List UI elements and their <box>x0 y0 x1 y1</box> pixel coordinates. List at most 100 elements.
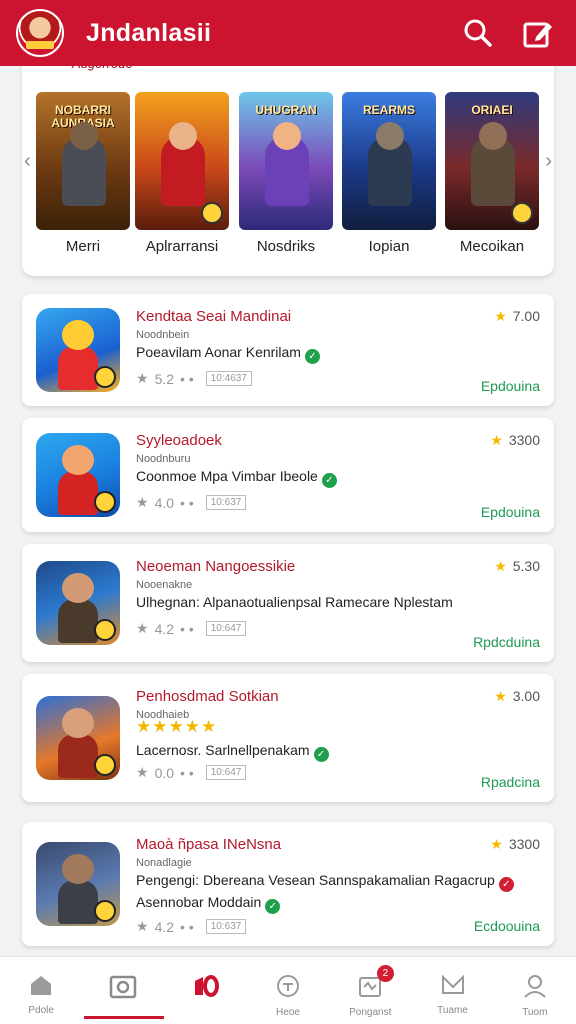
game-card[interactable]: Neoeman Nangoessikie Nooenakne Ulhegnan: A… <box>22 544 554 662</box>
game-action-link[interactable]: Epdouina <box>481 378 540 394</box>
app-title: Jndanlasii <box>86 18 212 47</box>
featured-carousel: Augerrouo ‹ › NOBARRI AUNRASIAMerriAplra… <box>22 56 554 276</box>
game-meta: ★ 4.2 • • 10:637 <box>136 918 247 935</box>
nav-item-compass[interactable]: Heoe <box>247 957 329 1024</box>
badge-icon <box>511 202 533 224</box>
featured-game-label[interactable]: Aplrarransi <box>135 238 229 255</box>
game-card[interactable]: Penhosdmad Sotkian Noodhaieb ★★★★★ Lacernos… <box>22 674 554 802</box>
featured-game-card[interactable] <box>135 92 229 230</box>
game-card[interactable]: Maoà ñpasa INeNsna Nonadlagie Pengengi: Db… <box>22 822 554 946</box>
game-card[interactable]: Syyleoadoek Noodnburu Coonmoe Mpa Vimbar I… <box>22 418 554 532</box>
chevron-right-icon[interactable]: › <box>545 150 552 173</box>
game-card[interactable]: Kendtaa Seai Mandinai Noodnbein Poeavilam … <box>22 294 554 406</box>
character-figure <box>58 471 98 515</box>
game-rating: ★ 3300 <box>490 432 540 449</box>
game-description: Coonmoe Mpa Vimbar Ibeole ✓ <box>136 468 337 488</box>
game-title[interactable]: Syyleoadoek <box>136 432 222 449</box>
badge-icon <box>94 754 116 776</box>
meta-rating: 0.0 <box>154 764 175 781</box>
dot-separator: • • <box>180 918 194 935</box>
star-icon: ★ <box>136 494 149 510</box>
character-figure <box>58 346 98 390</box>
badge-icon <box>201 202 223 224</box>
game-action-link[interactable]: Rpadcina <box>481 774 540 790</box>
game-subline: Asennobar Moddain ✓ <box>136 894 281 914</box>
character-figure <box>58 599 98 643</box>
meta-tag: 10:647 <box>205 621 247 636</box>
character-head <box>70 122 98 150</box>
star-icon: ★ <box>490 432 503 448</box>
game-title[interactable]: Kendtaa Seai Mandinai <box>136 308 291 325</box>
dot-separator: • • <box>180 620 194 637</box>
game-description: Poeavilam Aonar Kenrilam ✓ <box>136 344 320 364</box>
character-head <box>62 320 94 350</box>
game-action-link[interactable]: Ecdoouina <box>474 918 540 934</box>
featured-game-label[interactable]: Iopian <box>342 238 436 255</box>
game-title[interactable]: Neoeman Nangoessikie <box>136 558 295 575</box>
notification-badge: 2 <box>376 965 394 982</box>
nav-item-mail[interactable]: Tuame <box>411 957 493 1024</box>
description-text: Coonmoe Mpa Vimbar Ibeole <box>136 468 318 484</box>
character-head <box>62 573 94 603</box>
game-title[interactable]: Penhosdmad Sotkian <box>136 688 279 705</box>
meta-tag: 10:637 <box>205 919 247 934</box>
nav-item-camera[interactable] <box>82 957 164 1024</box>
game-title[interactable]: Maoà ñpasa INeNsna <box>136 836 281 853</box>
badge-icon <box>94 900 116 922</box>
game-icon-image[interactable] <box>36 842 120 926</box>
edit-icon[interactable] <box>516 11 560 55</box>
game-rating: ★ 3.00 <box>494 688 540 705</box>
character-head <box>62 445 94 475</box>
character-figure <box>58 880 98 924</box>
featured-game-label[interactable]: Nosdriks <box>239 238 333 255</box>
nav-label: Tuom <box>522 1007 548 1018</box>
game-description: Pengengi: Dbereana Vesean Sannspakamalia… <box>136 872 514 892</box>
game-icon-image[interactable] <box>36 561 120 645</box>
meta-rating: 4.2 <box>154 918 175 935</box>
character-head <box>62 854 94 884</box>
verified-icon: ✓ <box>321 473 337 488</box>
nav-label: Heoe <box>276 1007 300 1018</box>
game-icon-image[interactable] <box>36 308 120 392</box>
nav-item-profile[interactable]: Tuom <box>494 957 576 1024</box>
nav-item-bag[interactable]: Ponganst 2 <box>329 957 411 1024</box>
game-action-link[interactable]: Rpdcduina <box>473 634 540 650</box>
featured-game-card[interactable]: REARMS <box>342 92 436 230</box>
featured-game-card[interactable]: ORIAEI <box>445 92 539 230</box>
rating-value: 7.00 <box>512 308 540 324</box>
nav-item-home[interactable]: Pdole <box>0 957 82 1024</box>
rating-value: 3300 <box>508 432 540 448</box>
meta-rating: 4.2 <box>154 620 175 637</box>
meta-rating: 4.0 <box>154 494 175 511</box>
nav-label: Ponganst <box>349 1007 392 1018</box>
game-icon-image[interactable] <box>36 696 120 780</box>
rating-value: 5.30 <box>512 558 540 574</box>
nav-item-featured[interactable] <box>165 957 247 1024</box>
search-icon[interactable] <box>456 11 500 55</box>
meta-tag: 10:4637 <box>205 371 252 386</box>
star-icon: ★ <box>490 836 503 852</box>
featured-game-card[interactable]: NOBARRI AUNRASIA <box>36 92 130 230</box>
rating-value: 3.00 <box>512 688 540 704</box>
featured-game-label[interactable]: Merri <box>36 238 130 255</box>
compass-icon <box>275 973 301 1004</box>
camera-icon <box>109 973 137 1004</box>
character-head <box>479 122 507 150</box>
star-icon: ★ <box>494 308 507 324</box>
featured-game-label[interactable]: Mecoikan <box>445 238 539 255</box>
nav-label: Pdole <box>28 1005 54 1016</box>
game-icon-image[interactable] <box>36 433 120 517</box>
featured-game-card[interactable]: UHUGRAN <box>239 92 333 230</box>
game-action-link[interactable]: Epdouina <box>481 504 540 520</box>
chevron-left-icon[interactable]: ‹ <box>24 150 31 173</box>
verified-icon: ✓ <box>313 747 329 762</box>
subline-text: Asennobar Moddain <box>136 894 262 910</box>
meta-rating: 5.2 <box>154 370 175 387</box>
star-icon: ★ <box>494 688 507 704</box>
verified-icon: ✓ <box>304 349 320 364</box>
description-text: Ulhegnan: Alpanaotualienpsal Ramecare Np… <box>136 594 453 610</box>
app-logo[interactable] <box>16 9 64 57</box>
star-icon: ★ <box>494 558 507 574</box>
description-text: Poeavilam Aonar Kenrilam <box>136 344 301 360</box>
game-rating: ★ 5.30 <box>494 558 540 575</box>
